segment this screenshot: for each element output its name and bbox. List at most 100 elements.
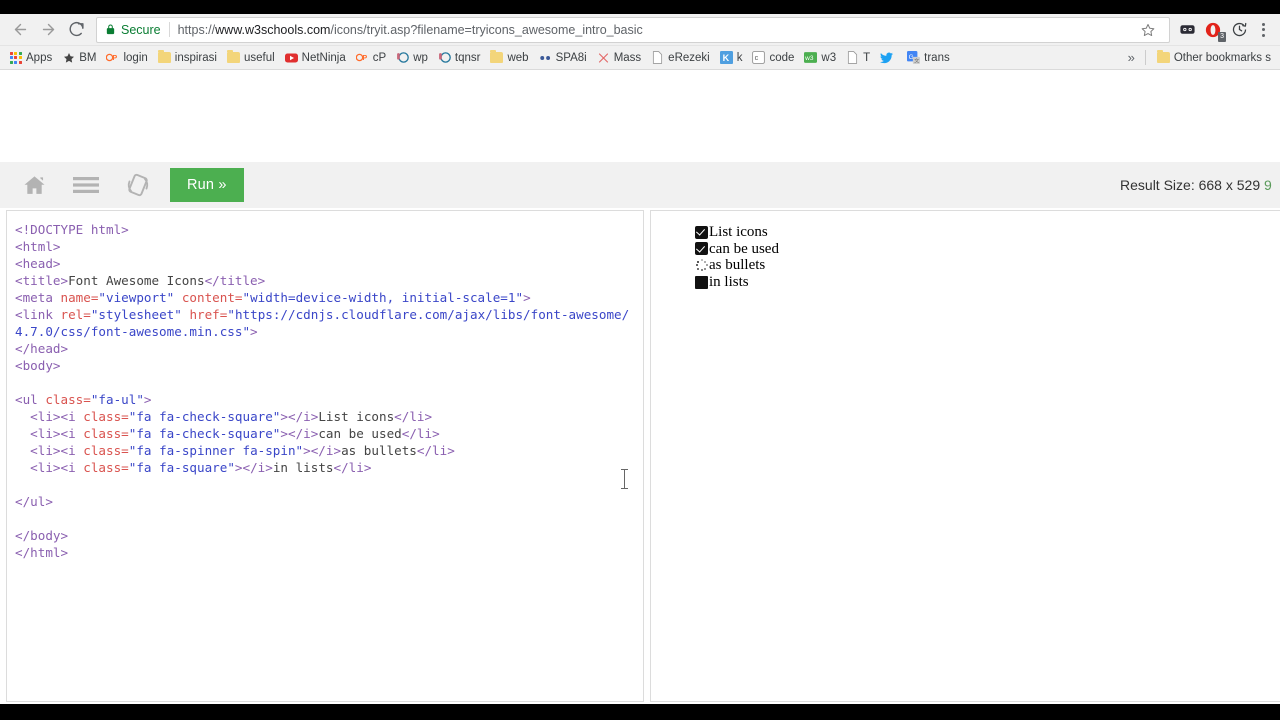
rotate-orientation-icon[interactable]	[112, 162, 164, 208]
omnibox-divider	[168, 22, 170, 37]
bookmark-item-useful[interactable]: useful	[222, 48, 280, 68]
url-path: /icons/tryit.asp?filename=tryicons_aweso…	[330, 22, 643, 37]
text-cursor	[621, 469, 628, 489]
code-token-tag: </head>	[15, 341, 69, 356]
code-token-val: "fa-ul"	[90, 392, 144, 407]
wordpress-icon	[438, 51, 451, 64]
kaskus-icon: K	[719, 51, 733, 64]
code-token-txt: Font Awesome Icons	[68, 273, 205, 288]
back-icon[interactable]	[6, 16, 34, 44]
history-clock-extension-icon[interactable]	[1226, 17, 1252, 43]
code-line: <li><i class="fa fa-spinner fa-spin"></i…	[15, 442, 635, 459]
bookmark-item-t[interactable]: T	[841, 48, 875, 68]
bookmark-item-spa8i[interactable]: SPA8i	[534, 48, 592, 68]
browser-window: Secure https://www.w3schools.com/icons/t…	[0, 14, 1280, 704]
result-size-height: 529	[1236, 177, 1261, 193]
result-list-item: in lists	[695, 274, 1280, 291]
address-bar[interactable]: Secure https://www.w3schools.com/icons/t…	[96, 16, 1170, 43]
code-editor-text[interactable]: <!DOCTYPE html> <html> <head> <title>Font A…	[7, 211, 643, 561]
code-token-attr: class=	[45, 392, 91, 407]
dots-icon	[539, 51, 552, 64]
code-token-tag: </li>	[333, 460, 372, 475]
bookmark-apps-label: Apps	[26, 51, 53, 64]
star-icon	[62, 51, 75, 64]
other-bookmarks-folder[interactable]: Other bookmarks s	[1149, 48, 1276, 68]
home-icon[interactable]	[8, 162, 60, 208]
bookmark-item-erezeki[interactable]: eRezeki	[646, 48, 715, 68]
browser-menu-icon[interactable]	[1252, 17, 1274, 43]
result-size-separator: x	[1225, 177, 1233, 193]
code-token-tag: <title>	[15, 273, 69, 288]
code-token-tag: <link	[15, 307, 61, 322]
result-size-prefix: Result Size:	[1120, 177, 1195, 193]
code-token-tag: <li><i	[30, 460, 84, 475]
bookmark-label: code	[769, 51, 795, 64]
code-line: <meta name="viewport" content="width=dev…	[15, 289, 635, 306]
bookmark-label: inspirasi	[174, 51, 217, 64]
bookmark-item-cp[interactable]: P cP	[351, 48, 391, 68]
code-token-val: "fa fa-square"	[128, 460, 235, 475]
code-token-tag: <!DOCTYPE html>	[15, 222, 129, 237]
result-list-item: as bullets	[695, 257, 1280, 274]
bookmark-apps[interactable]: Apps	[4, 48, 57, 68]
bookmarks-overflow-icon[interactable]: »	[1121, 50, 1142, 65]
bookmark-item-trans[interactable]: G文 trans	[902, 48, 955, 68]
lock-icon	[105, 23, 116, 36]
result-size-width: 668	[1198, 177, 1222, 193]
bookmark-label: useful	[243, 51, 275, 64]
code-line: <head>	[15, 255, 635, 272]
page-blank-area	[0, 70, 1280, 162]
bookmark-label: wp	[413, 51, 428, 64]
url-host: www.w3schools.com	[215, 22, 331, 37]
bookmark-item-mass[interactable]: Mass	[592, 48, 646, 68]
svg-text:K: K	[722, 53, 729, 63]
bookmark-item-netninja[interactable]: NetNinja	[280, 48, 351, 68]
bookmark-item-wp[interactable]: wp	[391, 48, 433, 68]
menu-icon[interactable]	[60, 162, 112, 208]
code-token-val: "stylesheet"	[90, 307, 182, 322]
svg-text:w3: w3	[805, 55, 815, 62]
folder-icon	[157, 50, 171, 64]
spinner-icon	[695, 259, 708, 272]
bookmark-label: NetNinja	[301, 51, 346, 64]
reload-icon[interactable]	[62, 16, 90, 44]
pocket-extension-icon[interactable]	[1174, 17, 1200, 43]
extension-badge: 3	[1218, 31, 1226, 42]
bookmark-item-twitter[interactable]	[875, 48, 902, 68]
bookmark-item-code[interactable]: c code	[747, 48, 799, 68]
bookmark-label: w3	[821, 51, 837, 64]
bookmark-label: trans	[924, 51, 950, 64]
letterbox-bottom	[0, 704, 1280, 720]
bookmark-item-inspirasi[interactable]: inspirasi	[153, 48, 222, 68]
code-token-tag: <ul	[15, 392, 46, 407]
bookmark-item-bm[interactable]: BM	[57, 48, 101, 68]
twitter-icon	[880, 51, 894, 64]
code-editor-pane[interactable]: <!DOCTYPE html> <html> <head> <title>Font A…	[6, 210, 644, 702]
bookmark-item-login[interactable]: P login	[101, 48, 152, 68]
bookmark-item-w3[interactable]: w3 w3	[799, 48, 841, 68]
bookmark-item-k[interactable]: K k	[715, 48, 748, 68]
code-token-attr: class=	[83, 460, 129, 475]
bookmark-star-icon[interactable]	[1135, 17, 1161, 43]
code-line: </body>	[15, 527, 635, 544]
code-token-val: "width=device-width, initial-scale=1"	[242, 290, 524, 305]
code-token-txt: can be used	[318, 426, 402, 441]
forward-icon[interactable]	[34, 16, 62, 44]
bookmark-label: web	[507, 51, 529, 64]
code-token-tag: </title>	[204, 273, 266, 288]
code-token-txt: as bullets	[341, 443, 417, 458]
code-token-attr: class=	[83, 409, 129, 424]
tryit-panes: <!DOCTYPE html> <html> <head> <title>Font A…	[0, 208, 1280, 702]
run-button[interactable]: Run »	[170, 168, 244, 202]
code-token-attr: href=	[189, 307, 228, 322]
bookmark-item-tqnsr[interactable]: tqnsr	[433, 48, 486, 68]
bookmark-item-web[interactable]: web	[485, 48, 533, 68]
code-token-val: "fa fa-check-square"	[128, 409, 281, 424]
code-token-tag: ></i>	[303, 443, 342, 458]
code-token-tag: <meta	[15, 290, 61, 305]
opera-extension-icon[interactable]: 3	[1200, 17, 1226, 43]
bookmark-label: login	[123, 51, 148, 64]
code-token-tag: ></i>	[280, 409, 319, 424]
code-line: </ul>	[15, 493, 635, 510]
code-token-tag: <head>	[15, 256, 61, 271]
